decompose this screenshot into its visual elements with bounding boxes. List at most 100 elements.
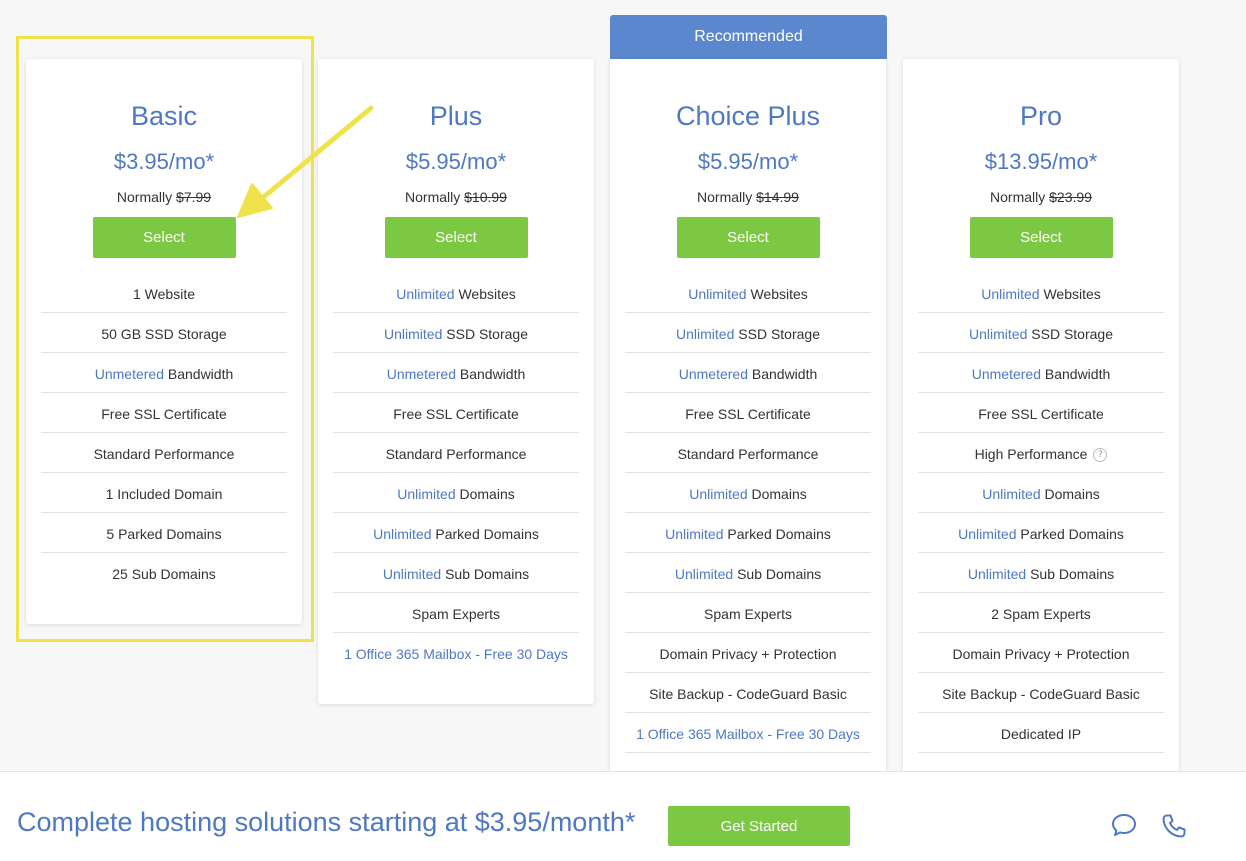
phone-icon[interactable] xyxy=(1161,813,1187,839)
feature-highlight: Unmetered xyxy=(386,366,456,382)
feature-highlight: Unlimited xyxy=(958,526,1017,542)
feature-highlight: Unlimited xyxy=(689,486,748,502)
feature-text: Websites xyxy=(1039,286,1101,302)
feature-highlight: Unlimited xyxy=(676,326,735,342)
feature-link[interactable]: 1 Office 365 Mailbox - Free 30 Days xyxy=(344,646,568,662)
feature-text: Websites xyxy=(746,286,808,302)
feature-item: Unlimited Websites xyxy=(333,273,579,313)
annotation-arrow-icon xyxy=(237,105,374,218)
feature-item: Unlimited Websites xyxy=(918,273,1164,313)
select-choice-plus-button[interactable]: Select xyxy=(676,217,820,258)
feature-text: Parked Domains xyxy=(723,526,831,542)
feature-item: Unlimited SSD Storage xyxy=(918,313,1164,353)
feature-text: Domains xyxy=(455,486,515,502)
feature-text: Domain Privacy + Protection xyxy=(952,646,1130,662)
feature-text: Site Backup - CodeGuard Basic xyxy=(649,686,847,702)
feature-item: Site Backup - CodeGuard Basic xyxy=(625,673,871,713)
feature-item: Unmetered Bandwidth xyxy=(625,353,871,393)
feature-item: Unlimited Websites xyxy=(625,273,871,313)
feature-text: Parked Domains xyxy=(1016,526,1124,542)
feature-text: SSD Storage xyxy=(734,326,820,342)
feature-text: Domains xyxy=(747,486,807,502)
feature-item: Unlimited Sub Domains xyxy=(918,553,1164,593)
feature-item: Free SSL Certificate xyxy=(333,393,579,433)
plan-name: Choice Plus xyxy=(675,101,821,131)
feature-item: Unlimited SSD Storage xyxy=(333,313,579,353)
feature-text: Standard Performance xyxy=(385,446,527,462)
feature-item: Unmetered Bandwidth xyxy=(918,353,1164,393)
feature-text: Free SSL Certificate xyxy=(978,406,1104,422)
feature-text: Standard Performance xyxy=(677,446,819,462)
feature-highlight: Unlimited xyxy=(967,566,1027,582)
feature-item: Unlimited Sub Domains xyxy=(625,553,871,593)
plan-card-pro: Pro $13.95/mo* Normally $23.99 Select Un… xyxy=(903,59,1179,819)
feature-item: Unlimited Domains xyxy=(625,473,871,513)
feature-text: Domain Privacy + Protection xyxy=(659,646,837,662)
feature-item: Domain Privacy + Protection xyxy=(918,633,1164,673)
plan-normal-price: Normally $23.99 xyxy=(990,189,1092,205)
feature-text: Domains xyxy=(1040,486,1100,502)
feature-text: Free SSL Certificate xyxy=(685,406,811,422)
feature-highlight: Unlimited xyxy=(674,566,734,582)
feature-text: Parked Domains xyxy=(431,526,539,542)
plan-normal-price: Normally $14.99 xyxy=(697,189,799,205)
strikethrough-price: $14.99 xyxy=(756,189,799,205)
feature-item: Domain Privacy + Protection xyxy=(625,633,871,673)
info-icon[interactable]: ? xyxy=(1093,448,1108,463)
feature-text: SSD Storage xyxy=(442,326,528,342)
feature-item: Standard Performance xyxy=(333,433,579,473)
plan-card-choice-plus: Choice Plus $5.95/mo* Normally $14.99 Se… xyxy=(610,59,886,819)
feature-highlight: Unlimited xyxy=(384,326,443,342)
feature-highlight: Unlimited xyxy=(969,326,1028,342)
strikethrough-price: $23.99 xyxy=(1049,189,1092,205)
feature-item: Unlimited Parked Domains xyxy=(625,513,871,553)
feature-item: Unlimited SSD Storage xyxy=(625,313,871,353)
feature-text: Bandwidth xyxy=(1040,366,1111,382)
feature-text: Spam Experts xyxy=(412,606,500,622)
feature-highlight: Unlimited xyxy=(982,486,1041,502)
feature-item: Standard Performance xyxy=(625,433,871,473)
plan-price: $5.95/mo* xyxy=(697,149,799,174)
feature-item: Unlimited Parked Domains xyxy=(333,513,579,553)
feature-text: Bandwidth xyxy=(455,366,526,382)
feature-highlight: Unlimited xyxy=(373,526,432,542)
feature-text: Spam Experts xyxy=(704,606,792,622)
feature-text: Websites xyxy=(454,286,516,302)
feature-item: Spam Experts xyxy=(333,593,579,633)
feature-list: Unlimited Websites Unlimited SSD Storage U… xyxy=(625,273,871,753)
feature-text: Bandwidth xyxy=(747,366,818,382)
feature-item: High Performance? xyxy=(918,433,1164,473)
feature-text: Site Backup - CodeGuard Basic xyxy=(942,686,1140,702)
feature-highlight: Unlimited xyxy=(382,566,442,582)
feature-text: SSD Storage xyxy=(1027,326,1113,342)
promo-text: Complete hosting solutions starting at $… xyxy=(17,807,636,837)
chat-bubble-icon[interactable] xyxy=(1111,813,1137,837)
feature-item: Free SSL Certificate xyxy=(918,393,1164,433)
feature-highlight: Unlimited xyxy=(981,286,1040,302)
select-plus-button[interactable]: Select xyxy=(384,217,528,258)
plan-name: Pro xyxy=(1019,101,1063,131)
feature-highlight: Unlimited xyxy=(397,486,456,502)
feature-highlight: Unlimited xyxy=(688,286,747,302)
feature-link[interactable]: 1 Office 365 Mailbox - Free 30 Days xyxy=(636,726,860,742)
feature-item: Dedicated IP xyxy=(918,713,1164,753)
feature-text: High Performance xyxy=(974,446,1088,462)
feature-text: Sub Domains xyxy=(1026,566,1115,582)
recommended-badge: Recommended xyxy=(610,15,887,59)
feature-item: Unmetered Bandwidth xyxy=(333,353,579,393)
get-started-button[interactable]: Get Started xyxy=(668,806,850,846)
feature-list: Unlimited Websites Unlimited SSD Storage U… xyxy=(333,273,579,672)
feature-text: 2 Spam Experts xyxy=(991,606,1091,622)
feature-list: Unlimited Websites Unlimited SSD Storage U… xyxy=(918,273,1164,753)
feature-item: 1 Office 365 Mailbox - Free 30 Days xyxy=(333,633,579,672)
feature-text: Sub Domains xyxy=(441,566,530,582)
feature-text: Dedicated IP xyxy=(1000,726,1082,742)
select-pro-button[interactable]: Select xyxy=(969,217,1113,258)
feature-text: Sub Domains xyxy=(733,566,822,582)
feature-highlight: Unmetered xyxy=(678,366,748,382)
feature-item: Unlimited Domains xyxy=(918,473,1164,513)
feature-item: 2 Spam Experts xyxy=(918,593,1164,633)
plan-price: $13.95/mo* xyxy=(984,149,1098,174)
feature-item: Free SSL Certificate xyxy=(625,393,871,433)
feature-highlight: Unlimited xyxy=(396,286,455,302)
